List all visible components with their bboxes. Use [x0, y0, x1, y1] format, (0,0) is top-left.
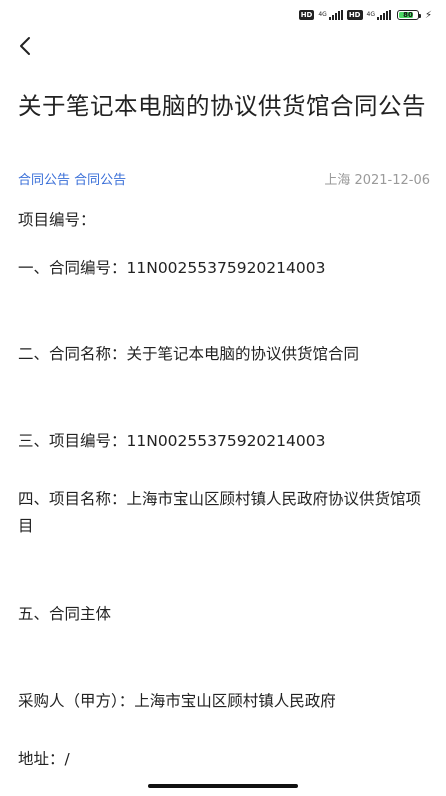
home-indicator[interactable]: [148, 784, 298, 788]
paragraph-project-number-2: 三、项目编号：11N00255375920214003: [18, 432, 326, 450]
tag-link-contract-notice[interactable]: 合同公告: [74, 173, 126, 188]
article-meta: 合同公告 合同公告 上海 2021-12-06: [18, 168, 430, 188]
paragraph-contract-parties: 五、合同主体: [18, 605, 112, 623]
charging-icon: ⚡: [424, 9, 432, 21]
network-type: 4G: [318, 12, 326, 18]
article-title: 关于笔记本电脑的协议供货馆合同公告: [18, 92, 426, 120]
signal-strength-icon: [328, 10, 343, 20]
signal-strength-icon: [376, 10, 391, 20]
paragraph-contract-number: 一、合同编号：11N00255375920214003: [18, 259, 326, 277]
paragraph-address: 地址：/: [18, 750, 70, 768]
paragraph-project-number: 项目编号：: [18, 211, 96, 229]
tag-group: 合同公告 合同公告: [18, 169, 126, 188]
location-date: 上海 2021-12-06: [324, 172, 430, 188]
battery-icon: 80: [396, 10, 421, 20]
paragraph-project-name: 四、项目名称：上海市宝山区顾村镇人民政府协议供货馆项目: [18, 490, 422, 535]
hd-badge: HD: [346, 10, 363, 20]
chevron-left-icon: [20, 37, 30, 55]
network-label: 4G: [366, 11, 375, 18]
paragraph-contract-name: 二、合同名称：关于笔记本电脑的协议供货馆合同: [18, 345, 360, 363]
battery-level: 80: [403, 11, 413, 19]
back-button[interactable]: [12, 32, 38, 60]
network-label: 4G: [318, 11, 327, 18]
paragraph-purchaser: 采购人（甲方）：上海市宝山区顾村镇人民政府: [18, 692, 336, 710]
hd-badge: HD: [298, 10, 315, 20]
status-bar: HD 4G HD 4G 80 ⚡: [0, 0, 446, 30]
network-type: 4G: [367, 12, 375, 18]
tag-link-contract-notice[interactable]: 合同公告: [18, 173, 70, 188]
